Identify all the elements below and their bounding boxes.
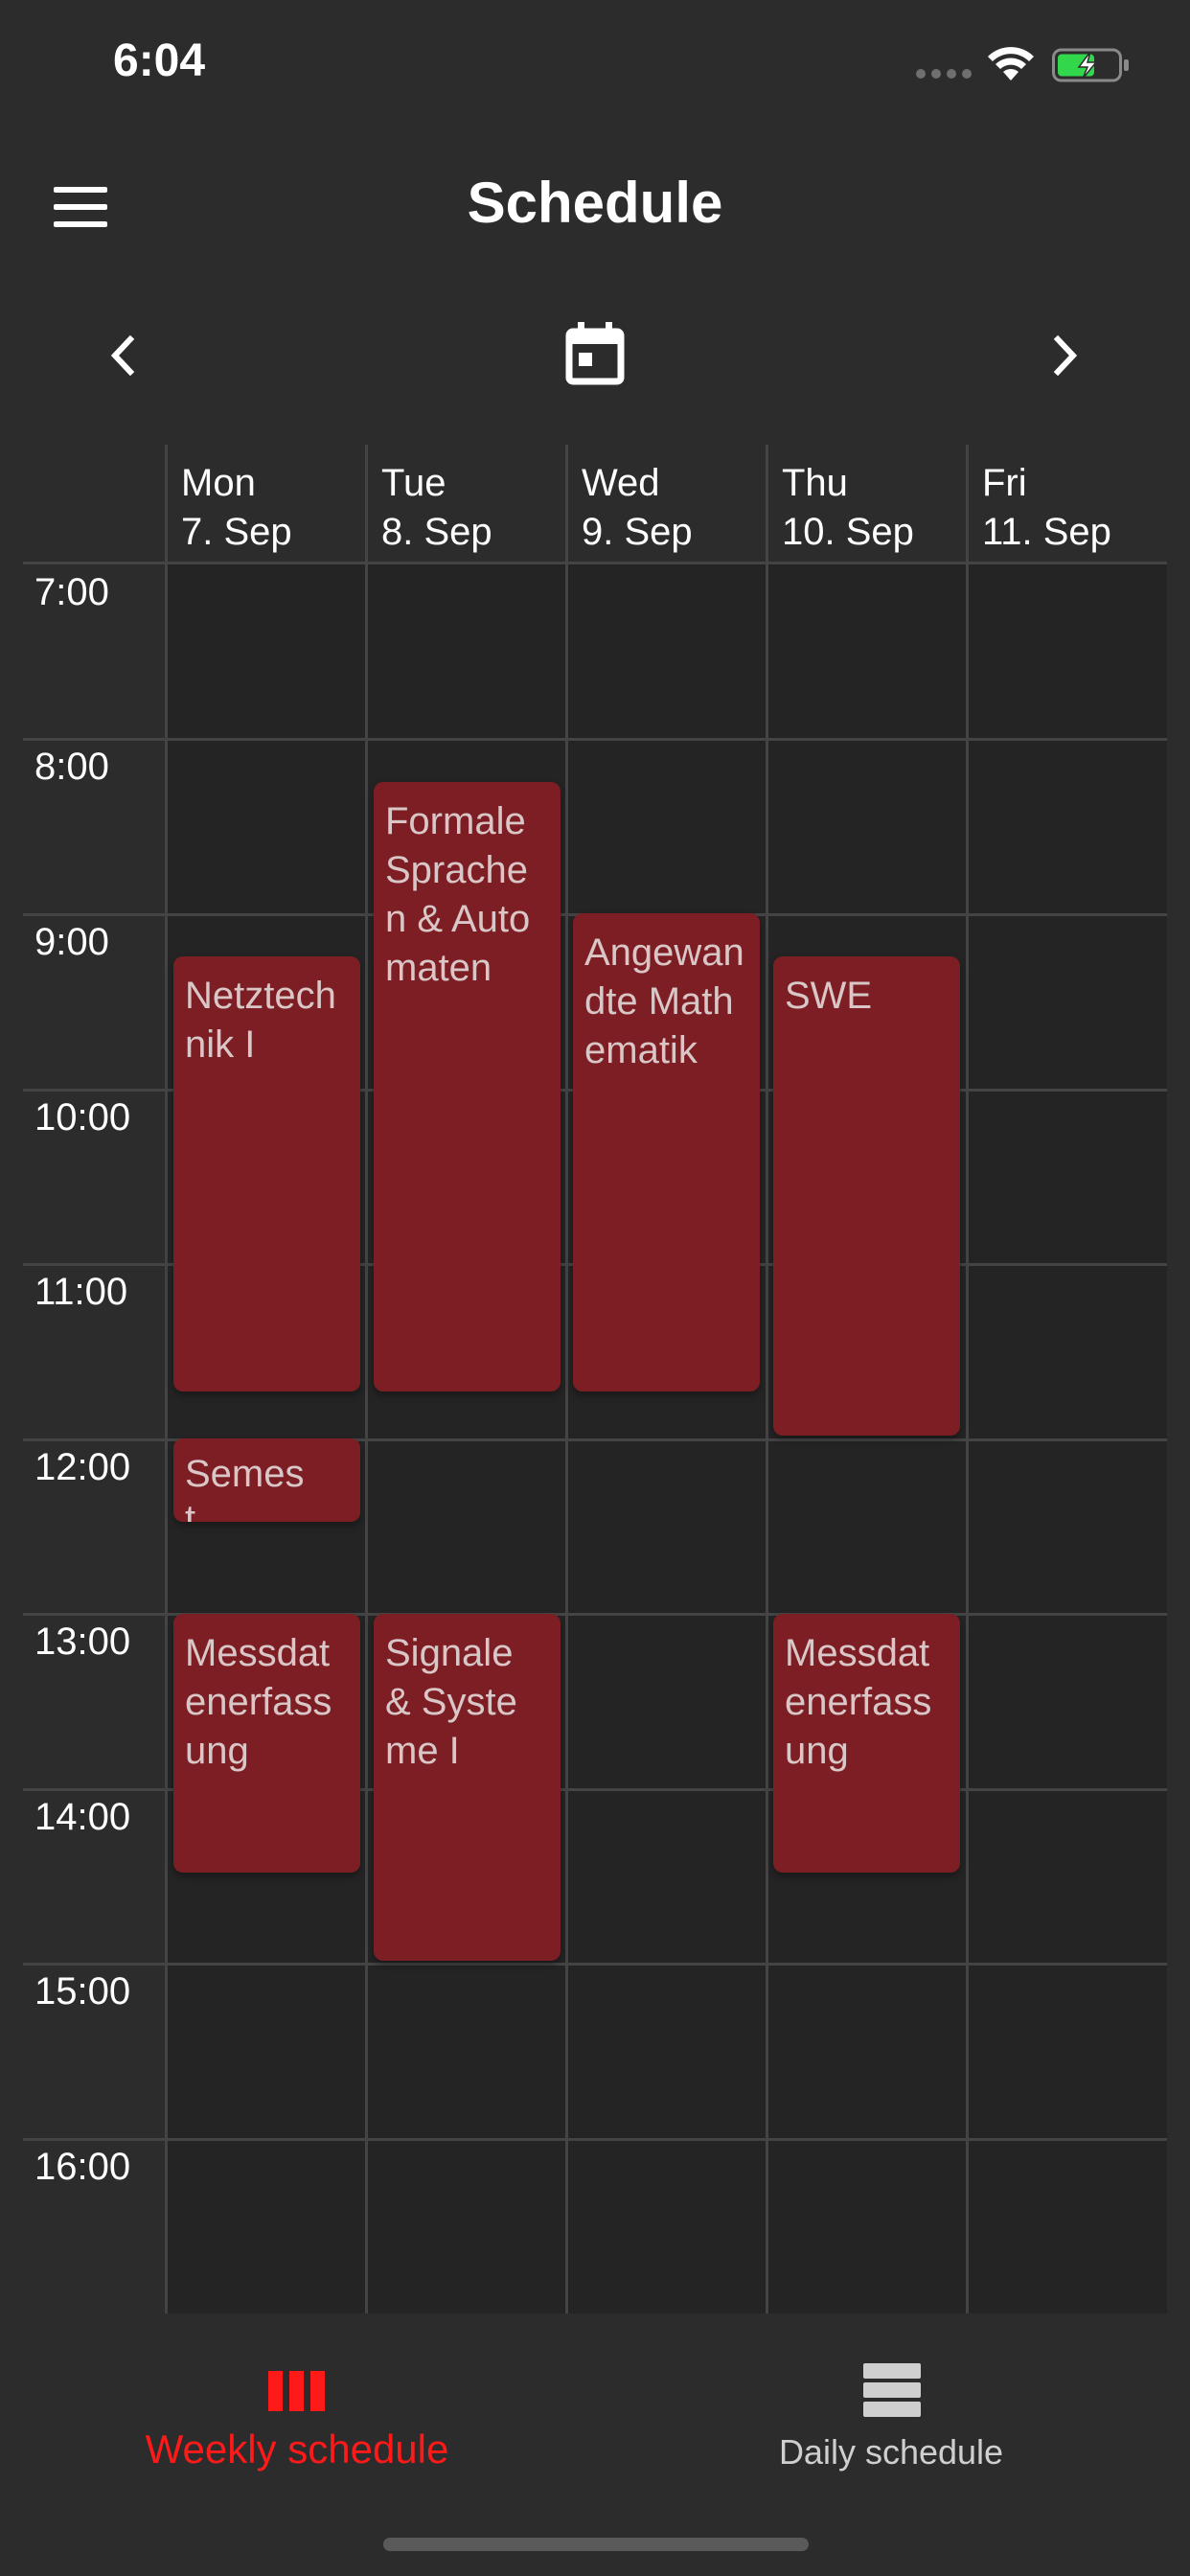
- time-label: 16:00: [34, 2146, 131, 2188]
- view-day-icon: [863, 2363, 921, 2417]
- time-label: 10:00: [34, 1096, 131, 1138]
- tab-weekly-schedule[interactable]: Weekly schedule: [96, 2359, 498, 2484]
- column-divider: [165, 445, 168, 2313]
- event-messdatenerfassung-mon[interactable]: Messdatenerfassung: [173, 1614, 360, 1873]
- event-swe[interactable]: SWE: [773, 956, 960, 1436]
- calendar-icon[interactable]: [565, 322, 625, 385]
- status-bar: 6:04: [0, 0, 1190, 129]
- battery-charging-icon: [1052, 48, 1129, 82]
- week-navigation: [0, 297, 1190, 412]
- tab-label: Daily schedule: [778, 2432, 1004, 2472]
- time-label: 9:00: [34, 921, 109, 963]
- cellular-signal-icon: [916, 69, 972, 80]
- column-divider: [565, 445, 568, 2313]
- time-label: 15:00: [34, 1970, 131, 2012]
- wifi-icon: [988, 47, 1034, 80]
- event-signale-systeme[interactable]: Signale & Systeme I: [374, 1614, 561, 1961]
- event-messdatenerfassung-thu[interactable]: Messdatenerfassung: [773, 1614, 960, 1873]
- home-indicator[interactable]: [383, 2538, 809, 2551]
- day-header-thu[interactable]: Thu 10. Sep: [766, 445, 966, 562]
- event-netztechnik[interactable]: Netztechnik I: [173, 956, 360, 1392]
- event-semester[interactable]: Semest…: [173, 1438, 360, 1522]
- tab-label: Weekly schedule: [145, 2426, 449, 2472]
- tab-daily-schedule[interactable]: Daily schedule: [699, 2359, 1083, 2484]
- day-name: Fri: [982, 462, 1027, 504]
- event-formale-sprachen[interactable]: Formale Sprachen & Automaten: [374, 782, 561, 1392]
- column-divider: [365, 445, 368, 2313]
- app-bar: Schedule: [0, 129, 1190, 283]
- time-label: 12:00: [34, 1446, 131, 1488]
- view-week-icon: [268, 2371, 326, 2411]
- day-header-wed[interactable]: Wed 9. Sep: [565, 445, 766, 562]
- status-time: 6:04: [113, 35, 206, 86]
- time-label: 13:00: [34, 1621, 131, 1663]
- column-divider: [966, 445, 969, 2313]
- chevron-left-icon[interactable]: [100, 332, 148, 380]
- chevron-right-icon[interactable]: [1041, 332, 1088, 380]
- day-date: 7. Sep: [181, 511, 292, 553]
- time-label: 11:00: [34, 1271, 128, 1313]
- time-label: 8:00: [34, 746, 109, 788]
- time-label: 7:00: [34, 571, 109, 613]
- day-date: 11. Sep: [982, 511, 1111, 553]
- bottom-navigation: Weekly schedule Daily schedule: [0, 2313, 1190, 2576]
- hour-line: [23, 1963, 1167, 1966]
- day-name: Tue: [381, 462, 446, 504]
- day-name: Thu: [782, 462, 848, 504]
- day-date: 9. Sep: [582, 511, 693, 553]
- day-name: Wed: [582, 462, 660, 504]
- day-date: 10. Sep: [782, 511, 914, 553]
- event-angewandte-mathematik[interactable]: Angewandte Mathematik: [573, 913, 760, 1392]
- hour-line: [23, 738, 1167, 741]
- column-divider: [766, 445, 768, 2313]
- hour-line: [23, 2138, 1167, 2141]
- day-header-mon[interactable]: Mon 7. Sep: [165, 445, 365, 562]
- day-header-tue[interactable]: Tue 8. Sep: [365, 445, 565, 562]
- day-name: Mon: [181, 462, 256, 504]
- day-date: 8. Sep: [381, 511, 492, 553]
- weekly-schedule-grid: Mon 7. Sep Tue 8. Sep Wed 9. Sep Thu 10.…: [0, 445, 1190, 2313]
- day-header-fri[interactable]: Fri 11. Sep: [966, 445, 1167, 562]
- time-label: 14:00: [34, 1796, 131, 1838]
- header-divider: [23, 562, 1167, 564]
- page-title: Schedule: [467, 171, 723, 235]
